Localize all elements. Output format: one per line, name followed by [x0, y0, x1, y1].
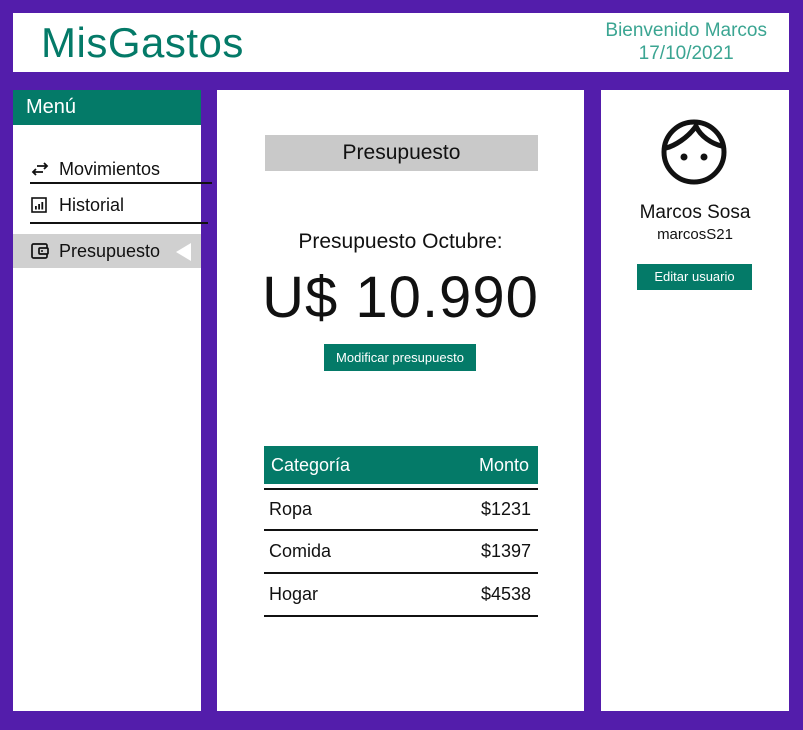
user-handle: marcosS21 [601, 226, 789, 243]
edit-user-button[interactable]: Editar usuario [637, 264, 752, 290]
active-indicator-icon [176, 243, 191, 261]
row-amount: $4538 [481, 584, 531, 605]
sidebar-item-label: Presupuesto [59, 241, 160, 262]
user-name: Marcos Sosa [601, 202, 789, 224]
current-date: 17/10/2021 [605, 42, 767, 65]
sidebar-item-label: Historial [59, 195, 124, 216]
avatar-face-icon [660, 118, 728, 186]
user-profile-panel: Marcos Sosa marcosS21 Editar usuario [601, 90, 789, 711]
swap-arrows-icon [31, 162, 59, 176]
column-header-category: Categoría [271, 455, 350, 476]
menu-divider [30, 182, 212, 184]
welcome-text: Bienvenido Marcos [605, 19, 767, 42]
app-logo-title: MisGastos [41, 19, 244, 67]
bar-chart-icon [31, 197, 59, 213]
sidebar-item-presupuesto[interactable]: Presupuesto [13, 234, 201, 268]
budget-panel: Presupuesto Presupuesto Octubre: U$ 10.9… [217, 90, 584, 711]
sidebar-item-label: Movimientos [59, 159, 160, 180]
category-table: Categoría Monto Ropa $1231 Comida $1397 … [264, 446, 538, 617]
menu-title: Menú [13, 90, 201, 125]
wallet-icon [31, 243, 59, 259]
column-header-amount: Monto [479, 455, 529, 476]
row-amount: $1231 [481, 499, 531, 520]
menu-divider [30, 222, 208, 224]
table-row[interactable]: Hogar $4538 [264, 574, 538, 617]
table-row[interactable]: Comida $1397 [264, 531, 538, 574]
welcome-block: Bienvenido Marcos 17/10/2021 [605, 19, 767, 65]
budget-label: Presupuesto Octubre: [217, 230, 584, 254]
table-row[interactable]: Ropa $1231 [264, 488, 538, 531]
sidebar-item-historial[interactable]: Historial [13, 188, 201, 222]
table-header: Categoría Monto [264, 446, 538, 484]
sidebar-item-movimientos[interactable]: Movimientos [13, 152, 201, 186]
row-amount: $1397 [481, 541, 531, 562]
section-title: Presupuesto [265, 135, 538, 171]
app-header: MisGastos Bienvenido Marcos 17/10/2021 [13, 13, 789, 72]
modify-budget-button[interactable]: Modificar presupuesto [324, 344, 476, 371]
sidebar-menu: Menú Movimientos Historial [13, 90, 201, 711]
budget-amount: U$ 10.990 [217, 264, 584, 331]
row-category: Comida [269, 541, 331, 562]
row-category: Hogar [269, 584, 318, 605]
row-category: Ropa [269, 499, 312, 520]
